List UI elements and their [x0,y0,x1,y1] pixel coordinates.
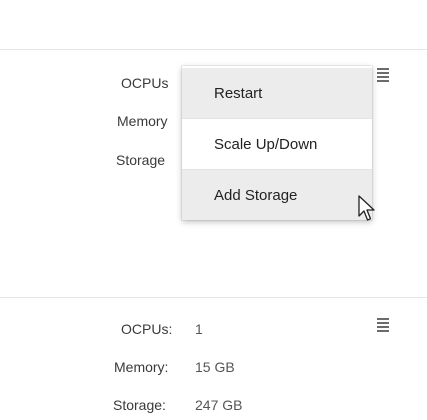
ocpus-value: 1 [195,321,203,337]
hamburger-menu-icon[interactable] [377,318,389,332]
card-divider-top [0,49,427,50]
card-divider-bottom [0,297,427,298]
ocpus-label: OCPUs: [121,321,173,337]
menu-item-scale-up-down[interactable]: Scale Up/Down [182,119,372,169]
hamburger-menu-icon[interactable] [377,68,389,82]
menu-item-add-storage[interactable]: Add Storage [182,170,372,220]
menu-item-restart[interactable]: Restart [182,68,372,118]
storage-value: 247 GB [195,397,243,413]
memory-value: 15 GB [195,359,235,375]
storage-label: Storage: [113,397,166,413]
actions-menu: Restart Scale Up/Down Add Storage [182,66,372,220]
storage-label: Storage [116,152,166,168]
memory-label: Memory: [114,359,169,375]
ocpus-label: OCPUs [121,75,169,91]
memory-label: Memory [117,113,168,129]
